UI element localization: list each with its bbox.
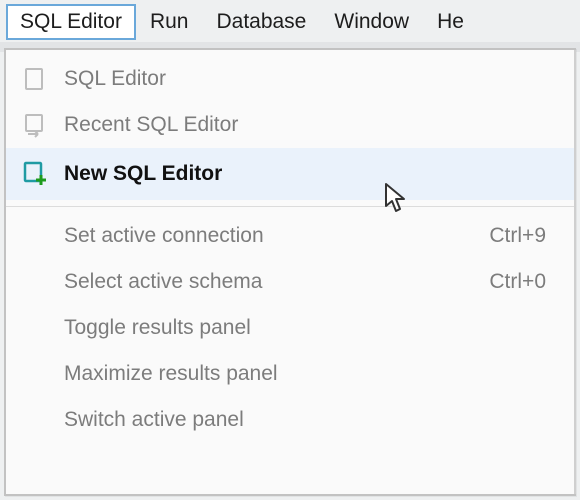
menuitem-shortcut: Ctrl+9: [489, 224, 546, 248]
menuitem-label: New SQL Editor: [64, 162, 222, 186]
menuitem-recent-sql-editor[interactable]: Recent SQL Editor: [6, 102, 574, 148]
menuitem-sql-editor[interactable]: SQL Editor: [6, 56, 574, 102]
menuitem-maximize-results-panel[interactable]: Maximize results panel: [6, 351, 574, 397]
sql-editor-icon: [6, 66, 64, 92]
menuitem-label: Recent SQL Editor: [64, 113, 238, 137]
new-sql-editor-icon: [6, 161, 64, 187]
menuitem-toggle-results-panel[interactable]: Toggle results panel: [6, 305, 574, 351]
menu-sql-editor[interactable]: SQL Editor: [6, 4, 136, 40]
menuitem-select-active-schema[interactable]: Select active schema Ctrl+0: [6, 259, 574, 305]
menuitem-new-sql-editor[interactable]: New SQL Editor: [6, 148, 574, 200]
menuitem-set-active-connection[interactable]: Set active connection Ctrl+9: [6, 213, 574, 259]
menu-run[interactable]: Run: [136, 4, 203, 40]
menuitem-label: SQL Editor: [64, 67, 166, 91]
menubar: SQL Editor Run Database Window He: [6, 4, 580, 40]
recent-sql-editor-icon: [6, 112, 64, 138]
sql-editor-menu-dropdown: SQL Editor Recent SQL Editor New SQL Edi…: [4, 48, 576, 496]
menuitem-label: Toggle results panel: [64, 316, 251, 340]
menu-database[interactable]: Database: [202, 4, 320, 40]
menuitem-shortcut: Ctrl+0: [489, 270, 546, 294]
menu-window[interactable]: Window: [320, 4, 423, 40]
menu-divider: [6, 206, 574, 207]
menuitem-label: Switch active panel: [64, 408, 244, 432]
menuitem-label: Select active schema: [64, 270, 262, 294]
menuitem-label: Maximize results panel: [64, 362, 278, 386]
menuitem-switch-active-panel[interactable]: Switch active panel: [6, 397, 574, 443]
menuitem-label: Set active connection: [64, 224, 264, 248]
menu-help-truncated[interactable]: He: [423, 4, 478, 40]
